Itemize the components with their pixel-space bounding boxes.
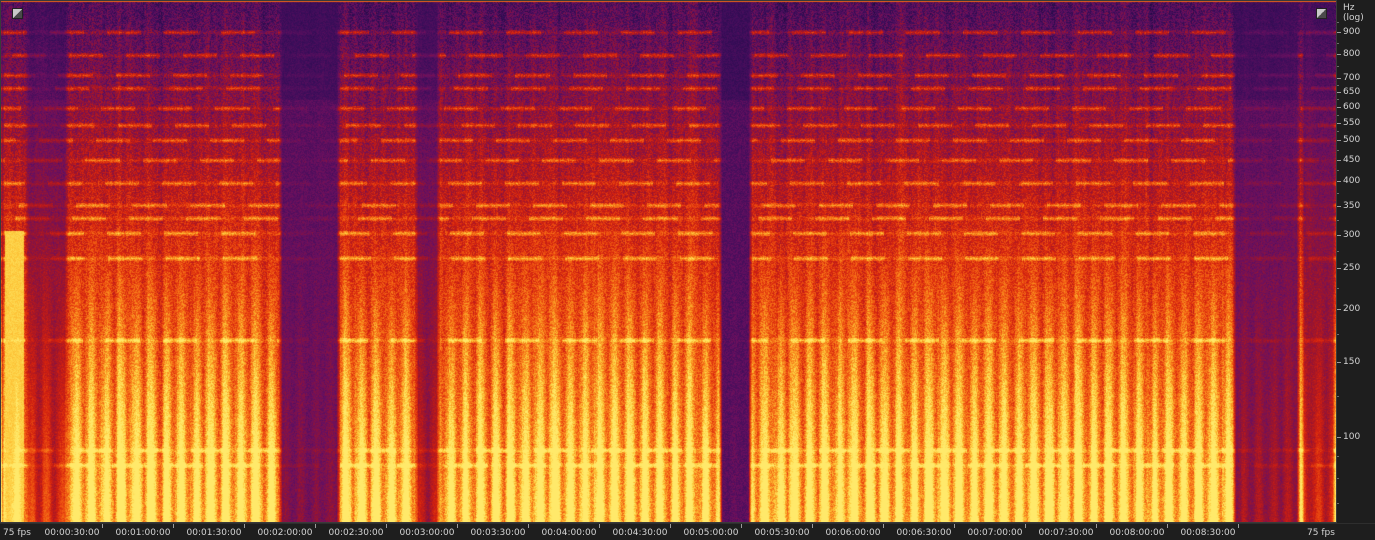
- time-tick: [741, 524, 742, 528]
- time-tick: [1238, 524, 1239, 528]
- time-tick-label: 00:00:30:00: [44, 528, 100, 538]
- frequency-minor-tick: [1337, 288, 1339, 289]
- frequency-tick-label: 300: [1343, 230, 1361, 240]
- frequency-minor-tick: [1337, 170, 1339, 171]
- left-fps-label: 75 fps: [3, 528, 31, 538]
- frequency-minor-tick: [1337, 22, 1339, 23]
- time-tick: [1096, 524, 1097, 528]
- frequency-ruler[interactable]: Hz (log) 900 800 700 650 600 550 500 450 400 350 3…: [1337, 0, 1375, 523]
- time-tick: [528, 524, 529, 528]
- time-tick-label: 00:02:30:00: [328, 528, 384, 538]
- time-tick-label: 00:05:00:00: [683, 528, 739, 538]
- frequency-tick-label: 250: [1343, 263, 1361, 273]
- time-tick-label: 00:06:30:00: [896, 528, 952, 538]
- frequency-tick: [1337, 309, 1341, 310]
- time-tick-label: 00:01:00:00: [115, 528, 171, 538]
- frequency-tick-label: 200: [1343, 304, 1361, 314]
- frequency-minor-tick: [1337, 150, 1339, 151]
- frequency-tick: [1337, 32, 1341, 33]
- time-tick-label: 00:08:00:00: [1109, 528, 1165, 538]
- frequency-tick: [1337, 140, 1341, 141]
- frequency-tick-label: 550: [1343, 118, 1361, 128]
- frequency-tick-label: 500: [1343, 135, 1361, 145]
- time-tick-label: 00:03:00:00: [399, 528, 455, 538]
- right-fps-label: 75 fps: [1307, 528, 1335, 538]
- frequency-tick-label: 700: [1343, 73, 1361, 83]
- left-corner-toggle-icon[interactable]: [12, 8, 23, 19]
- frequency-tick: [1337, 107, 1341, 108]
- time-tick: [670, 524, 671, 528]
- frequency-tick: [1337, 123, 1341, 124]
- time-tick: [457, 524, 458, 528]
- frequency-tick-label: 600: [1343, 102, 1361, 112]
- frequency-minor-tick: [1337, 334, 1339, 335]
- time-ruler[interactable]: 75 fps 75 fps 00:00:30:00 00:01:00:00 00:0…: [0, 523, 1375, 540]
- frequency-tick-label: 100: [1343, 432, 1361, 442]
- time-tick: [386, 524, 387, 528]
- time-tick: [1025, 524, 1026, 528]
- frequency-tick-label: 150: [1343, 357, 1361, 367]
- time-tick: [812, 524, 813, 528]
- time-tick: [173, 524, 174, 528]
- frequency-minor-tick: [1337, 503, 1339, 504]
- frequency-tick: [1337, 181, 1341, 182]
- spectrogram-canvas[interactable]: [0, 0, 1337, 523]
- frequency-tick: [1337, 160, 1341, 161]
- frequency-tick-label: 800: [1343, 49, 1361, 59]
- time-tick-label: 00:04:00:00: [541, 528, 597, 538]
- time-tick-label: 00:01:30:00: [186, 528, 242, 538]
- frequency-minor-tick: [1337, 115, 1339, 116]
- frequency-minor-tick: [1337, 456, 1339, 457]
- time-tick-label: 00:07:00:00: [967, 528, 1023, 538]
- time-tick-label: 00:06:00:00: [825, 528, 881, 538]
- frequency-tick: [1337, 235, 1341, 236]
- time-tick-label: 00:04:30:00: [612, 528, 668, 538]
- time-tick-label: 00:07:30:00: [1038, 528, 1094, 538]
- time-tick: [954, 524, 955, 528]
- time-tick: [883, 524, 884, 528]
- frequency-tick: [1337, 437, 1341, 438]
- frequency-minor-tick: [1337, 99, 1339, 100]
- frequency-tick: [1337, 206, 1341, 207]
- frequency-tick-label: 350: [1343, 201, 1361, 211]
- time-tick: [315, 524, 316, 528]
- frequency-tick-label: 450: [1343, 155, 1361, 165]
- time-tick-label: 00:05:30:00: [754, 528, 810, 538]
- frequency-tick: [1337, 78, 1341, 79]
- frequency-minor-tick: [1337, 85, 1339, 86]
- frequency-tick: [1337, 362, 1341, 363]
- frequency-minor-tick: [1337, 66, 1339, 67]
- frequency-tick-label: 400: [1343, 176, 1361, 186]
- right-corner-toggle-icon[interactable]: [1316, 8, 1327, 19]
- time-tick-label: 00:08:30:00: [1180, 528, 1236, 538]
- time-tick-label: 00:03:30:00: [470, 528, 526, 538]
- frequency-tick-label: 900: [1343, 27, 1361, 37]
- frequency-minor-tick: [1337, 396, 1339, 397]
- frequency-minor-tick: [1337, 131, 1339, 132]
- time-tick: [1167, 524, 1168, 528]
- frequency-unit-label: Hz (log): [1343, 3, 1364, 23]
- frequency-tick: [1337, 268, 1341, 269]
- frequency-minor-tick: [1337, 251, 1339, 252]
- time-tick: [102, 524, 103, 528]
- frequency-tick-label: 650: [1343, 87, 1361, 97]
- time-tick: [599, 524, 600, 528]
- time-tick-label: 00:02:00:00: [257, 528, 313, 538]
- frequency-minor-tick: [1337, 193, 1339, 194]
- time-tick: [244, 524, 245, 528]
- frequency-tick: [1337, 92, 1341, 93]
- frequency-minor-tick: [1337, 478, 1339, 479]
- frequency-minor-tick: [1337, 43, 1339, 44]
- frequency-minor-tick: [1337, 220, 1339, 221]
- frequency-tick: [1337, 54, 1341, 55]
